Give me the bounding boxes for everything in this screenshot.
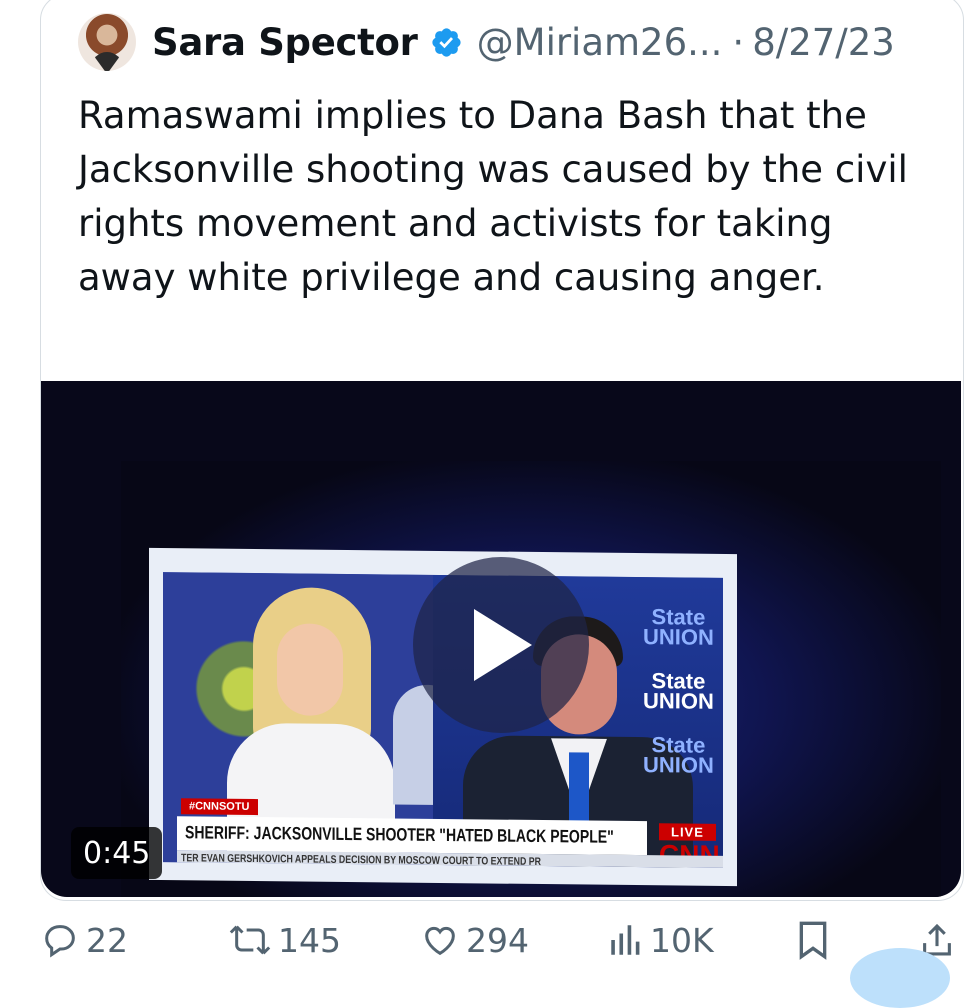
like-count: 294 xyxy=(466,920,529,960)
live-badge: LIVE xyxy=(659,823,716,841)
play-icon xyxy=(474,609,532,681)
like-button[interactable]: 294 xyxy=(420,920,529,960)
bookmark-icon xyxy=(799,921,827,960)
anchor-face xyxy=(277,623,343,716)
retweet-icon xyxy=(229,925,271,955)
views-button[interactable]: 10K xyxy=(608,920,714,960)
views-count: 10K xyxy=(650,920,714,960)
reply-button[interactable]: 22 xyxy=(40,920,128,960)
author-name[interactable]: Sara Spector xyxy=(152,21,418,64)
show-brand: State UNION xyxy=(643,668,714,714)
reply-icon xyxy=(45,925,75,958)
verified-badge-icon[interactable] xyxy=(430,26,463,59)
video-player[interactable]: State UNION State UNION State UNION #CNNSOT… xyxy=(41,381,961,897)
retweet-count: 145 xyxy=(278,920,341,960)
chyron-text: SHERIFF: JACKSONVILLE SHOOTER "HATED BLA… xyxy=(185,822,614,847)
show-brand: State UNION xyxy=(643,732,714,778)
avatar[interactable] xyxy=(78,13,136,71)
separator: · xyxy=(732,20,745,64)
bookmark-button[interactable] xyxy=(796,920,830,960)
hashtag-label: #CNNSOTU xyxy=(181,798,258,816)
views-icon xyxy=(611,925,640,955)
tweet-text: Ramaswami implies to Dana Bash that the … xyxy=(78,94,908,299)
tweet-date[interactable]: 8/27/23 xyxy=(752,21,895,64)
tweet-header: Sara Spector @Miriam26... · 8/27/23 xyxy=(78,12,895,72)
show-brand: State UNION xyxy=(643,604,714,650)
like-icon xyxy=(425,926,455,956)
play-button[interactable] xyxy=(413,557,589,733)
floating-compose-button[interactable] xyxy=(850,948,950,1008)
retweet-button[interactable]: 145 xyxy=(228,920,341,960)
action-bar: 22 145 294 10K xyxy=(0,910,970,970)
author-handle[interactable]: @Miriam26... xyxy=(477,21,723,64)
chyron: SHERIFF: JACKSONVILLE SHOOTER "HATED BLA… xyxy=(177,816,647,856)
ticker-text: TER EVAN GERSHKOVICH APPEALS DECISION BY… xyxy=(181,852,542,868)
video-duration: 0:45 xyxy=(71,827,163,879)
reply-count: 22 xyxy=(86,920,128,960)
